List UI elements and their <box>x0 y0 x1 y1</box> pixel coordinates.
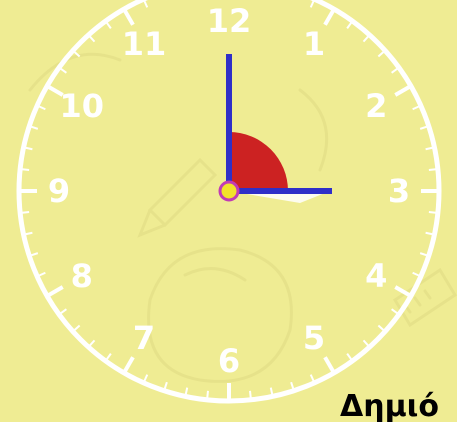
clock-numeral-9: 9 <box>48 172 70 210</box>
clock-numeral-12: 12 <box>207 2 252 40</box>
minute-tick <box>60 308 67 315</box>
hour-tick <box>323 356 335 373</box>
clock-numeral-10: 10 <box>60 87 105 125</box>
minute-tick <box>309 0 315 8</box>
minute-tick <box>89 35 96 43</box>
minute-tick <box>412 271 420 277</box>
minute-tick <box>428 211 436 214</box>
hour-tick <box>123 9 135 26</box>
minute-tick <box>346 22 353 29</box>
right-angle-arc <box>229 132 288 191</box>
minute-tick <box>419 252 428 257</box>
clock-face: 121234567891011 <box>16 0 457 404</box>
minute-tick <box>105 22 112 29</box>
clock-numeral-4: 4 <box>365 257 387 295</box>
minute-tick <box>377 51 385 58</box>
minute-tick <box>269 387 274 395</box>
minute-tick <box>249 390 252 398</box>
hour-tick <box>123 356 135 373</box>
pencil-doodle-icon <box>137 157 218 238</box>
minute-tick <box>143 374 149 382</box>
hour-tick <box>394 85 411 97</box>
minute-tick <box>105 353 112 360</box>
minute-tick <box>309 374 315 382</box>
minute-tick <box>73 324 81 331</box>
clock-numeral-5: 5 <box>303 319 325 357</box>
minute-tick <box>425 231 433 236</box>
paper-doodle <box>28 52 122 92</box>
minute-tick <box>25 231 33 236</box>
minute-tick <box>22 211 30 214</box>
minute-tick <box>38 105 46 111</box>
caption-text: Δημιό <box>340 389 439 422</box>
minute-tick <box>22 168 30 171</box>
hour-tick <box>47 285 64 297</box>
minute-tick <box>362 339 369 347</box>
minute-tick <box>30 252 39 257</box>
minute-tick <box>412 105 420 111</box>
clock-numeral-11: 11 <box>122 25 167 63</box>
minute-tick <box>419 125 428 130</box>
minute-tick <box>377 324 385 331</box>
minute-tick <box>143 0 149 8</box>
hour-tick <box>323 9 335 26</box>
minute-tick <box>346 353 353 360</box>
ruler-doodle-icon <box>392 267 457 328</box>
minute-tick <box>184 387 189 395</box>
clock-numeral-2: 2 <box>365 87 387 125</box>
clock-numeral-1: 1 <box>303 25 325 63</box>
minute-tick <box>206 390 209 398</box>
minute-tick <box>60 67 67 74</box>
clock-numeral-8: 8 <box>71 257 93 295</box>
clock-numeral-7: 7 <box>133 319 155 357</box>
center-pivot <box>218 180 240 202</box>
minute-tick <box>25 146 33 151</box>
minute-tick <box>38 271 46 277</box>
minute-tick <box>391 308 398 315</box>
minute-tick <box>163 381 168 390</box>
clock-numeral-3: 3 <box>388 172 410 210</box>
minute-tick <box>391 67 398 74</box>
clock-numeral-6: 6 <box>218 342 240 380</box>
minute-tick <box>428 168 436 171</box>
minute-tick <box>30 125 39 130</box>
brush-doodle <box>298 88 329 172</box>
clock-lesson-screen: 12 1 2 3 4 5 6 7 8 9 10 11 Δημιό <box>0 0 457 422</box>
minute-tick <box>89 339 96 347</box>
minute-tick <box>362 35 369 43</box>
minute-tick <box>425 146 433 151</box>
hour-hand[interactable] <box>229 188 332 194</box>
minute-tick <box>290 381 295 390</box>
minute-hand[interactable] <box>226 54 232 191</box>
